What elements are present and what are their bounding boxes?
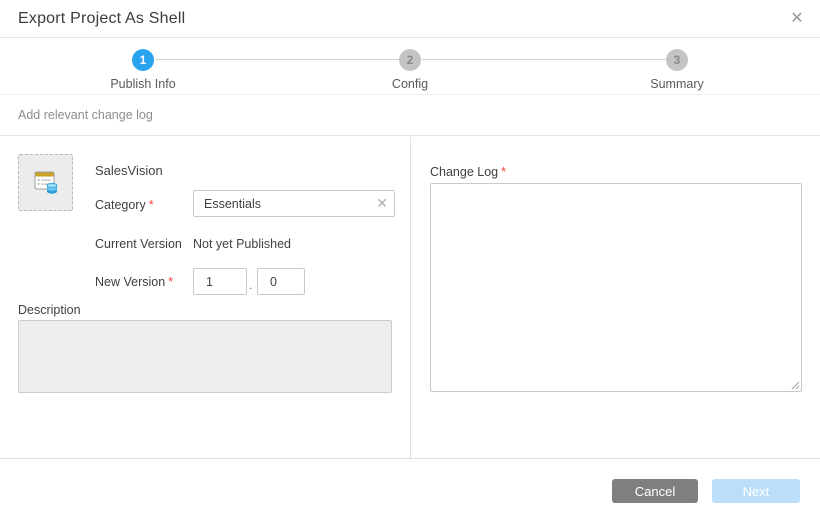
required-asterisk: * (168, 275, 173, 289)
project-thumbnail (18, 154, 73, 211)
dialog-body: SalesVision Category* ✕ Current Version … (0, 137, 820, 458)
current-version-label: Current Version (95, 237, 182, 251)
version-separator: . (249, 278, 252, 292)
change-log-textarea[interactable] (430, 183, 802, 392)
wizard-stepper: 1 2 3 Publish Info Config Summary (0, 39, 820, 95)
category-field-wrap: ✕ (193, 190, 395, 217)
required-asterisk: * (149, 198, 154, 212)
category-input[interactable] (193, 190, 395, 217)
change-log-label: Change Log* (430, 165, 506, 179)
step-connector-2 (422, 59, 666, 60)
description-textarea (18, 320, 392, 393)
dialog-footer: Cancel Next (0, 458, 820, 521)
step-label-summary: Summary (607, 77, 747, 91)
project-app-icon (30, 167, 62, 199)
subheader: Add relevant change log (0, 96, 820, 136)
dialog-title: Export Project As Shell (18, 10, 185, 28)
next-button[interactable]: Next (712, 479, 800, 503)
required-asterisk: * (501, 165, 506, 179)
new-version-minor-input[interactable] (257, 268, 305, 295)
cancel-button[interactable]: Cancel (612, 479, 698, 503)
new-version-major-input[interactable] (193, 268, 247, 295)
dialog-header: Export Project As Shell ✕ (0, 0, 820, 38)
subheader-hint: Add relevant change log (18, 108, 153, 122)
current-version-value: Not yet Published (193, 237, 291, 251)
step-connector-1 (155, 59, 399, 60)
export-project-dialog: Export Project As Shell ✕ 1 2 3 Publish … (0, 0, 820, 521)
clear-category-icon[interactable]: ✕ (376, 195, 388, 211)
category-label: Category* (95, 198, 154, 212)
step-circle-publish-info[interactable]: 1 (132, 49, 154, 71)
step-label-publish-info: Publish Info (73, 77, 213, 91)
project-name: SalesVision (95, 163, 163, 178)
step-label-config: Config (340, 77, 480, 91)
column-divider (410, 137, 411, 458)
step-circle-config[interactable]: 2 (399, 49, 421, 71)
description-label: Description (18, 303, 81, 317)
close-icon[interactable]: ✕ (786, 8, 808, 30)
new-version-label: New Version* (95, 275, 173, 289)
step-circle-summary[interactable]: 3 (666, 49, 688, 71)
change-log-field-wrap (430, 183, 802, 392)
